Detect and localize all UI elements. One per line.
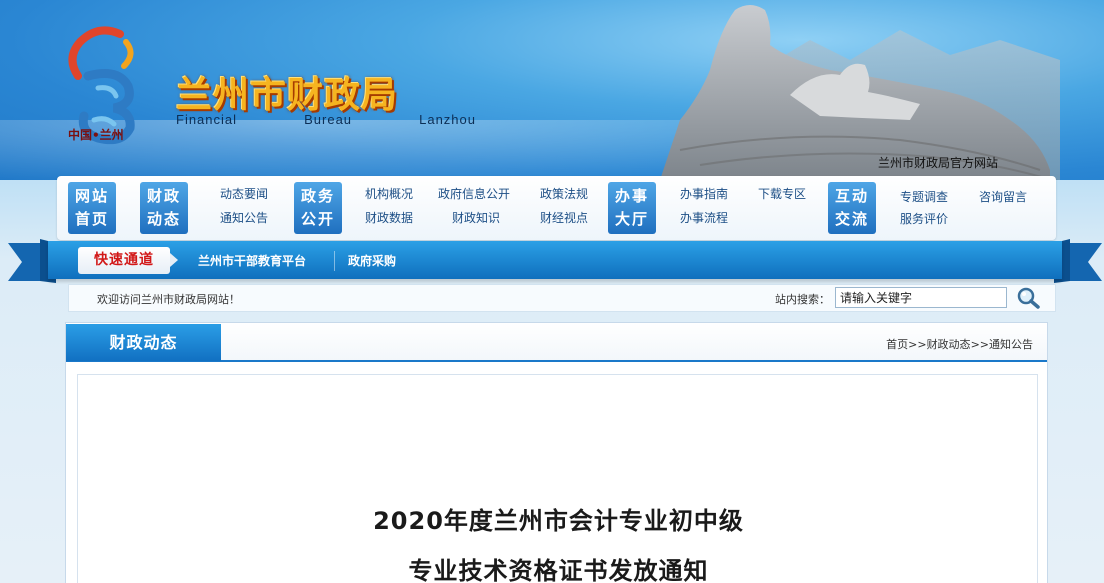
quick-channel-label: 快速通道 — [78, 247, 170, 274]
article-container: 2020年度兰州市会计专业初中级 专业技术资格证书发放通知 — [77, 374, 1038, 583]
nav-link-finance-view[interactable]: 财经视点 — [540, 209, 588, 226]
nav-block-line: 首页 — [74, 210, 109, 228]
nav-link-service-eval[interactable]: 服务评价 — [900, 210, 948, 227]
nav-block-line: 动态 — [146, 210, 181, 228]
nav-link-policy-law[interactable]: 政策法规 — [540, 185, 588, 202]
nav-link-guide[interactable]: 办事指南 — [680, 185, 728, 202]
nav-service-hall-button[interactable]: 办事 大厅 — [608, 182, 656, 234]
nav-link-survey[interactable]: 专题调查 — [900, 188, 948, 205]
nav-block-line: 交流 — [834, 210, 869, 228]
nav-link-finance-data[interactable]: 财政数据 — [365, 209, 413, 226]
nav-link-process[interactable]: 办事流程 — [680, 209, 728, 226]
breadcrumb-separator: >> — [908, 338, 927, 351]
nav-gov-affairs-button[interactable]: 政务 公开 — [294, 182, 342, 234]
main-nav: 网站 首页 财政 动态 动态要闻 通知公告 政务 公开 机构概况 财政数据 政府… — [57, 176, 1056, 240]
nav-interaction-button[interactable]: 互动 交流 — [828, 182, 876, 234]
quick-channel-ribbon: 快速通道 兰州市干部教育平台 政府采购 — [48, 241, 1062, 279]
nav-block-line: 网站 — [74, 187, 109, 205]
quick-channel-arrow-icon — [170, 253, 178, 267]
nav-link-notice[interactable]: 通知公告 — [220, 209, 268, 226]
header-banner: 中国•兰州 兰州市财政局 Financial Bureau Lanzhou 兰州… — [0, 0, 1104, 180]
quick-channel-bar: 快速通道 兰州市干部教育平台 政府采购 — [8, 237, 1102, 285]
subtitle-word: Bureau — [304, 112, 353, 127]
breadcrumb: 首页>>财政动态>>通知公告 — [886, 336, 1033, 352]
quick-link-divider — [334, 251, 335, 271]
nav-block-line: 互动 — [834, 187, 869, 205]
breadcrumb-finance-dynamics[interactable]: 财政动态 — [927, 338, 971, 351]
statue-image — [660, 5, 1060, 180]
quick-link-gov-procurement[interactable]: 政府采购 — [348, 252, 396, 269]
panel-header: 财政动态 首页>>财政动态>>通知公告 — [66, 323, 1047, 362]
article-title-line1: 2020年度兰州市会计专业初中级 — [373, 507, 744, 535]
welcome-text: 欢迎访问兰州市财政局网站！ — [97, 293, 240, 306]
official-site-tag: 兰州市财政局官方网站 — [878, 156, 999, 170]
site-title[interactable]: 兰州市财政局 — [176, 66, 398, 118]
nav-link-download[interactable]: 下载专区 — [758, 185, 806, 202]
nav-home-button[interactable]: 网站 首页 — [68, 182, 116, 234]
nav-link-gov-info-open[interactable]: 政府信息公开 — [438, 185, 510, 202]
nav-block-line: 公开 — [300, 210, 335, 228]
subtitle-word: Lanzhou — [419, 112, 476, 127]
breadcrumb-notice[interactable]: 通知公告 — [989, 338, 1033, 351]
article-title-line2: 专业技术资格证书发放通知 — [408, 557, 709, 583]
breadcrumb-home[interactable]: 首页 — [886, 338, 908, 351]
nav-block-line: 政务 — [300, 187, 335, 205]
logo-caption: 中国•兰州 — [68, 128, 124, 142]
search-icon[interactable] — [1015, 286, 1041, 310]
breadcrumb-separator: >> — [970, 338, 989, 351]
nav-finance-dynamics-button[interactable]: 财政 动态 — [140, 182, 188, 234]
nav-block-line: 财政 — [146, 187, 181, 205]
search-label: 站内搜索： — [775, 293, 830, 306]
panel-tab-finance-dynamics[interactable]: 财政动态 — [66, 324, 221, 361]
quick-link-cadre-education[interactable]: 兰州市干部教育平台 — [198, 252, 306, 269]
nav-link-dynamics-news[interactable]: 动态要闻 — [220, 185, 268, 202]
nav-link-message[interactable]: 咨询留言 — [979, 188, 1027, 205]
site-subtitle: Financial Bureau Lanzhou — [176, 112, 476, 127]
search-input[interactable] — [835, 287, 1007, 308]
content-panel: 财政动态 首页>>财政动态>>通知公告 2020年度兰州市会计专业初中级 专业技… — [65, 322, 1048, 583]
subtitle-word: Financial — [176, 112, 238, 127]
nav-block-line: 办事 — [614, 187, 649, 205]
nav-link-finance-knowledge[interactable]: 财政知识 — [452, 209, 500, 226]
nav-link-org-overview[interactable]: 机构概况 — [365, 185, 413, 202]
welcome-search-bar: 欢迎访问兰州市财政局网站！ 站内搜索： — [68, 284, 1056, 312]
nav-block-line: 大厅 — [614, 210, 649, 228]
